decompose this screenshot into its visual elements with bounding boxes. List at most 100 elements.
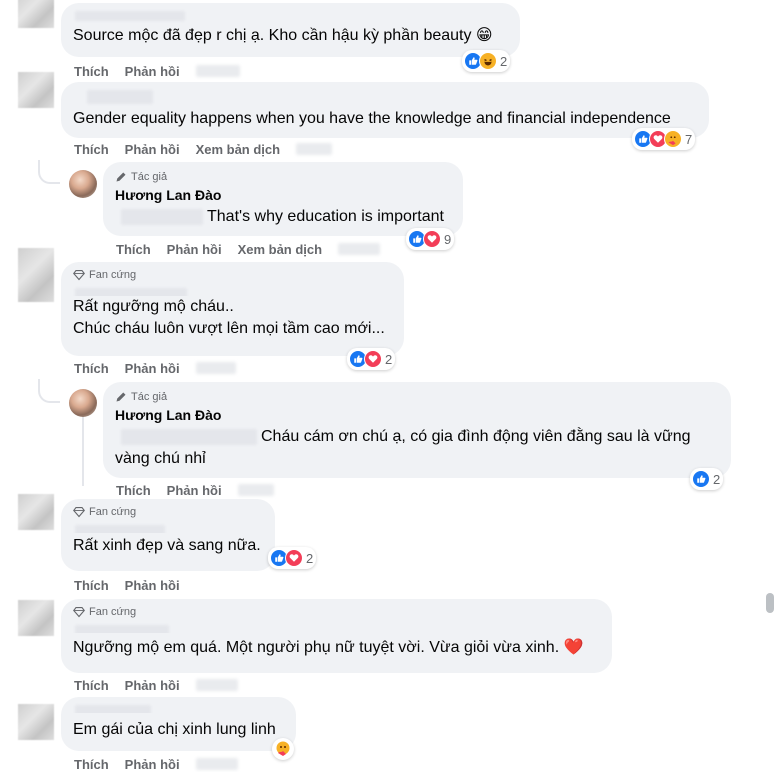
like-action[interactable]: Thích <box>74 64 109 79</box>
reply-action[interactable]: Phản hồi <box>125 757 180 772</box>
translate-action[interactable]: Xem bản dịch <box>238 242 323 257</box>
comment-text: Rất xinh đẹp và sang nữa. <box>73 537 261 554</box>
avatar[interactable] <box>18 704 54 740</box>
comment-text-line-1: Rất ngưỡng mộ cháu.. <box>73 298 234 315</box>
commenter-name-redacted <box>75 704 151 713</box>
avatar[interactable] <box>18 72 54 108</box>
comment-text-line-1: Cháu cám ơn chú ạ, có gia đình động viên… <box>261 428 691 445</box>
like-action[interactable]: Thích <box>74 678 109 693</box>
love-reaction-icon <box>285 549 303 567</box>
reaction-count: 7 <box>685 131 693 147</box>
care-reaction-icon <box>664 130 682 148</box>
like-action[interactable]: Thích <box>116 242 151 257</box>
comment-actions: Thích Phản hồi <box>74 359 236 377</box>
translate-action[interactable]: Xem bản dịch <box>196 142 281 157</box>
mention-redacted <box>121 428 257 445</box>
reaction-summary[interactable]: 9 <box>406 228 455 250</box>
reaction-count: 2 <box>385 351 393 367</box>
avatar[interactable] <box>18 248 54 302</box>
comment-bubble: Tác giả Hương Lan Đào Cháu cám ơn chú ạ,… <box>103 382 731 478</box>
commenter-name[interactable]: Hương Lan Đào <box>115 186 451 204</box>
commenter-name[interactable]: Hương Lan Đào <box>115 406 719 424</box>
author-badge: Tác giả <box>115 170 451 184</box>
comment-time[interactable] <box>338 243 381 255</box>
like-action[interactable]: Thích <box>74 757 109 772</box>
comment-actions: Thích Phản hồi <box>116 481 274 499</box>
comment-time[interactable] <box>237 484 274 496</box>
haha-reaction-icon <box>479 52 497 70</box>
reaction-count: 2 <box>306 550 314 566</box>
reply-action[interactable]: Phản hồi <box>125 361 180 376</box>
reply-action[interactable]: Phản hồi <box>167 242 222 257</box>
comment-text: Em gái của chị xinh lung linh <box>73 721 276 738</box>
reply-action[interactable]: Phản hồi <box>125 578 180 593</box>
comment-time[interactable] <box>195 758 238 770</box>
diamond-icon <box>73 269 85 281</box>
commenter-name-redacted <box>75 624 169 633</box>
reaction-summary[interactable]: 7 <box>632 128 696 150</box>
reaction-count: 2 <box>713 471 721 487</box>
reaction-summary[interactable]: 2 <box>268 547 317 569</box>
comment-actions: Thích Phản hồi <box>74 62 240 80</box>
comment-text-line-2: Chúc cháu luôn vượt lên mọi tầm cao mới.… <box>73 320 385 337</box>
care-reaction-icon[interactable] <box>272 738 294 760</box>
comment-bubble: Source mộc đã đẹp r chị ạ. Kho cần hậu k… <box>61 3 520 57</box>
comment-bubble: Fan cứng Rất ngưỡng mộ cháu.. Chúc cháu … <box>61 262 404 356</box>
comment-bubble: Gender equality happens when you have th… <box>61 82 709 138</box>
comment-time[interactable] <box>195 65 240 77</box>
comment-time[interactable] <box>195 679 238 691</box>
reply-thread-line <box>38 160 60 184</box>
comment-bubble: Em gái của chị xinh lung linh <box>61 697 296 751</box>
reaction-summary[interactable]: 2 <box>347 348 396 370</box>
avatar[interactable] <box>18 0 54 28</box>
comment-time[interactable] <box>195 362 236 374</box>
mention-redacted <box>121 208 203 225</box>
comment-text-line: Cháu cám ơn chú ạ, có gia đình động viên… <box>115 426 719 448</box>
pencil-icon <box>116 172 126 182</box>
reply-action[interactable]: Phản hồi <box>125 142 180 157</box>
reaction-count: 2 <box>500 53 508 69</box>
diamond-icon <box>73 506 85 518</box>
commenter-name-redacted <box>75 287 187 296</box>
reaction-count: 9 <box>444 231 452 247</box>
commenter-name-redacted <box>75 10 185 21</box>
comment-text-line-2: vàng chú nhỉ <box>115 450 206 467</box>
reply-action[interactable]: Phản hồi <box>167 483 222 498</box>
commenter-name-redacted <box>75 524 165 533</box>
reaction-summary[interactable]: 2 <box>690 468 724 490</box>
like-action[interactable]: Thích <box>74 578 109 593</box>
comment-bubble: Tác giả Hương Lan Đào That's why educati… <box>103 162 463 236</box>
avatar[interactable] <box>18 494 54 530</box>
like-reaction-icon <box>692 470 710 488</box>
comment-bubble: Fan cứng Rất xinh đẹp và sang nữa. <box>61 499 275 571</box>
comment-text: Gender equality happens when you have th… <box>73 110 671 127</box>
fan-badge: Fan cứng <box>73 605 600 619</box>
reply-action[interactable]: Phản hồi <box>125 678 180 693</box>
like-action[interactable]: Thích <box>116 483 151 498</box>
comment-time[interactable] <box>296 143 333 155</box>
comment-text: That's why education is important <box>207 208 444 225</box>
love-reaction-icon <box>423 230 441 248</box>
author-avatar[interactable] <box>69 170 97 198</box>
avatar[interactable] <box>18 600 54 636</box>
nested-thread-line <box>82 416 84 486</box>
comment-actions: Thích Phản hồi Xem bản dịch <box>116 240 381 258</box>
love-reaction-icon <box>364 350 382 368</box>
commenter-name-redacted <box>87 89 153 104</box>
fan-badge: Fan cứng <box>73 505 263 519</box>
like-action[interactable]: Thích <box>74 361 109 376</box>
reply-thread-line <box>38 379 60 403</box>
pencil-icon <box>116 392 126 402</box>
like-action[interactable]: Thích <box>74 142 109 157</box>
reply-action[interactable]: Phản hồi <box>125 64 180 79</box>
author-badge: Tác giả <box>115 390 719 404</box>
comment-actions: Thích Phản hồi <box>74 755 238 772</box>
comment-actions: Thích Phản hồi Xem bản dịch <box>74 140 333 158</box>
comment-text: Source mộc đã đẹp r chị ạ. Kho cần hậu k… <box>73 27 493 44</box>
fan-badge: Fan cứng <box>73 268 392 282</box>
reaction-summary[interactable]: 2 <box>462 50 511 72</box>
comment-bubble: Fan cứng Ngưỡng mộ em quá. Một người phụ… <box>61 599 612 673</box>
comment-text-line: That's why education is important <box>115 206 451 228</box>
author-avatar[interactable] <box>69 389 97 417</box>
scrollbar-thumb[interactable] <box>766 593 774 613</box>
